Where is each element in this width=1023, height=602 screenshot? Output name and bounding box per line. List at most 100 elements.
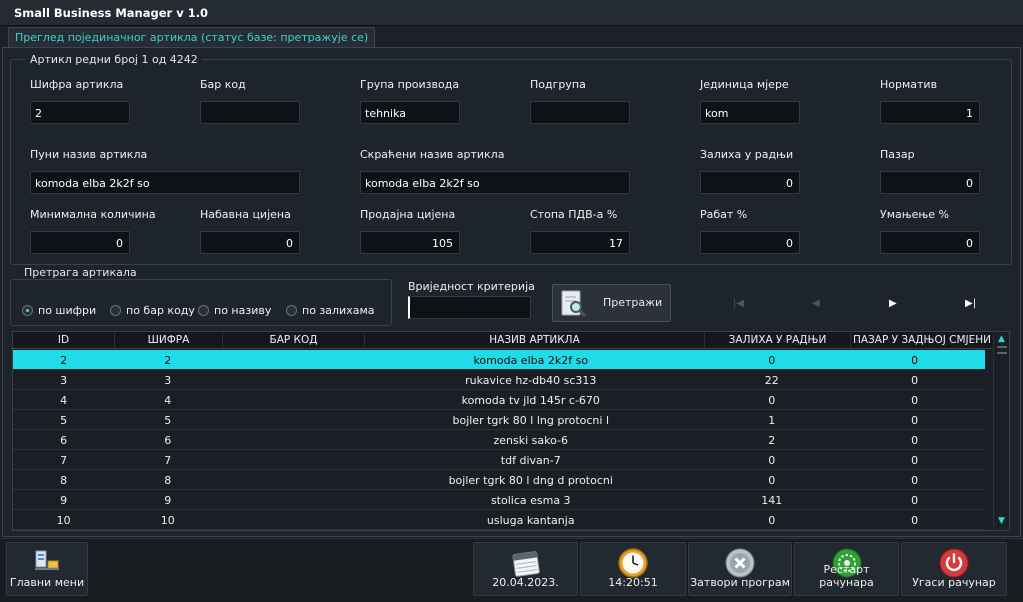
first-record-icon[interactable]: |◀ <box>733 298 744 309</box>
close-program-label: Затвори програм <box>690 576 790 589</box>
criteria-input[interactable] <box>408 296 531 319</box>
table-row[interactable]: 10 10 usluga kantanja 0 0 <box>13 510 985 530</box>
tab-article-view[interactable]: Преглед појединачног артикла (статус баз… <box>8 27 376 47</box>
column-barkod[interactable]: БАР КОД <box>223 332 365 348</box>
title-bar: Small Business Manager v 1.0 <box>0 0 1023 26</box>
podgrupa-field[interactable] <box>530 101 630 124</box>
radio-by-barcode[interactable]: по бар коду <box>110 304 195 317</box>
articles-table[interactable]: ID ШИФРА БАР КОД НАЗИВ АРТИКЛА ЗАЛИХА У … <box>12 331 1010 531</box>
table-cell <box>221 430 362 449</box>
table-row[interactable]: 3 3 rukavice hz-db40 sc313 22 0 <box>13 370 985 390</box>
pazar-field[interactable]: 0 <box>880 171 980 194</box>
grupa-field[interactable]: tehnika <box>360 101 460 124</box>
table-cell: 0 <box>911 474 919 487</box>
table-row[interactable]: 4 4 komoda tv jld 145r c-670 0 0 <box>13 390 985 410</box>
table-cell: 6 <box>164 434 172 447</box>
table-cell: 0 <box>911 514 919 527</box>
table-cell: 3 <box>164 374 172 387</box>
table-row[interactable]: 9 9 stolica esma 3 141 0 <box>13 490 985 510</box>
barkod-field[interactable] <box>200 101 300 124</box>
app-title: Small Business Manager v 1.0 <box>14 6 209 20</box>
main-menu-button[interactable]: Главни мени <box>6 542 88 596</box>
table-cell: 2 <box>164 354 172 367</box>
skraceni-naziv-field[interactable]: komoda elba 2k2f so <box>360 171 630 194</box>
table-row[interactable]: 2 2 komoda elba 2k2f so 0 0 <box>13 350 985 370</box>
table-cell: 8 <box>164 474 172 487</box>
search-button-label: Претражи <box>603 296 663 309</box>
nabavna-label: Набавна цијена <box>200 208 291 221</box>
table-cell: 3 <box>60 374 68 387</box>
radio-by-name-label: по називу <box>214 304 272 317</box>
table-cell: rukavice hz-db40 sc313 <box>465 374 597 387</box>
time-label: 14:20:51 <box>608 576 658 589</box>
nabavna-field[interactable]: 0 <box>200 231 300 254</box>
restart-computer-label: Рестарт рачунара <box>819 563 874 589</box>
scroll-up-icon[interactable]: ▲ <box>998 334 1005 344</box>
table-cell: 8 <box>60 474 68 487</box>
table-cell <box>221 510 362 529</box>
table-cell: 9 <box>60 494 68 507</box>
table-row[interactable]: 8 8 bojler tgrk 80 l dng d protocni 0 0 <box>13 470 985 490</box>
restart-computer-button[interactable]: Рестарт рачунара <box>794 542 899 596</box>
table-cell: 10 <box>56 514 71 527</box>
column-naziv[interactable]: НАЗИВ АРТИКЛА <box>365 332 705 348</box>
umanjenje-field[interactable]: 0 <box>880 231 980 254</box>
search-button[interactable]: Претражи <box>552 284 671 322</box>
radio-dot-selected <box>22 305 33 316</box>
table-cell: 0 <box>768 474 776 487</box>
pazar-label: Пазар <box>880 148 915 161</box>
radio-by-stock[interactable]: по залихама <box>286 304 374 317</box>
radio-by-name[interactable]: по називу <box>198 304 271 317</box>
column-sifra[interactable]: ШИФРА <box>115 332 223 348</box>
search-group <box>10 279 392 326</box>
radio-dot <box>198 305 209 316</box>
shutdown-computer-button[interactable]: Угаси рачунар <box>901 542 1007 596</box>
jedinica-field[interactable]: kom <box>700 101 800 124</box>
table-scrollbar[interactable]: ▲ ▼ <box>993 332 1009 530</box>
rabat-field[interactable]: 0 <box>700 231 800 254</box>
prodajna-label: Продајна цијена <box>360 208 456 221</box>
table-cell: usluga kantanja <box>486 514 575 527</box>
table-cell <box>221 470 362 489</box>
table-row[interactable]: 5 5 bojler tgrk 80 l lng protocni l 1 0 <box>13 410 985 430</box>
radio-dot <box>110 305 121 316</box>
table-cell: komoda elba 2k2f so <box>473 354 589 367</box>
normativ-label: Норматив <box>880 78 938 91</box>
column-pazar[interactable]: ПАЗАР У ЗАДЊОЈ СМЈЕНИ <box>851 332 993 348</box>
table-cell: 7 <box>164 454 172 467</box>
table-cell: 0 <box>768 514 776 527</box>
scroll-thumb[interactable] <box>997 346 1007 354</box>
radio-by-code-label: по шифри <box>38 304 97 317</box>
column-id[interactable]: ID <box>13 332 115 348</box>
last-record-icon[interactable]: ▶| <box>965 298 976 309</box>
table-cell <box>221 390 362 409</box>
puni-naziv-field[interactable]: komoda elba 2k2f so <box>30 171 300 194</box>
sifra-field[interactable]: 2 <box>30 101 130 124</box>
min-kolicina-field[interactable]: 0 <box>30 231 130 254</box>
previous-record-icon[interactable]: ◀ <box>812 298 820 309</box>
table-cell: 0 <box>911 414 919 427</box>
puni-naziv-label: Пуни назив артикла <box>30 148 148 161</box>
table-cell: 22 <box>764 374 779 387</box>
pdv-field[interactable]: 17 <box>530 231 630 254</box>
table-cell <box>221 410 362 429</box>
bottom-bar: Главни мени 20.04.2023. 14:20:51 Затвори… <box>0 538 1023 602</box>
radio-by-barcode-label: по бар коду <box>126 304 195 317</box>
table-cell: zenski sako-6 <box>493 434 569 447</box>
main-menu-label: Главни мени <box>9 576 85 589</box>
next-record-icon[interactable]: ▶ <box>889 298 897 309</box>
scroll-down-icon[interactable]: ▼ <box>998 516 1005 526</box>
zaliha-field[interactable]: 0 <box>700 171 800 194</box>
column-zaliha[interactable]: ЗАЛИХА У РАДЊИ <box>705 332 851 348</box>
table-cell <box>221 450 362 469</box>
table-cell: 0 <box>911 354 919 367</box>
prodajna-field[interactable]: 105 <box>360 231 460 254</box>
close-program-button[interactable]: Затвори програм <box>688 542 792 596</box>
table-cell: 9 <box>164 494 172 507</box>
table-row[interactable]: 6 6 zenski sako-6 2 0 <box>13 430 985 450</box>
table-row[interactable]: 7 7 tdf divan-7 0 0 <box>13 450 985 470</box>
pdv-label: Стопа ПДВ-а % <box>530 208 618 221</box>
normativ-field[interactable]: 1 <box>880 101 980 124</box>
table-cell: 4 <box>60 394 68 407</box>
radio-by-code[interactable]: по шифри <box>22 304 96 317</box>
